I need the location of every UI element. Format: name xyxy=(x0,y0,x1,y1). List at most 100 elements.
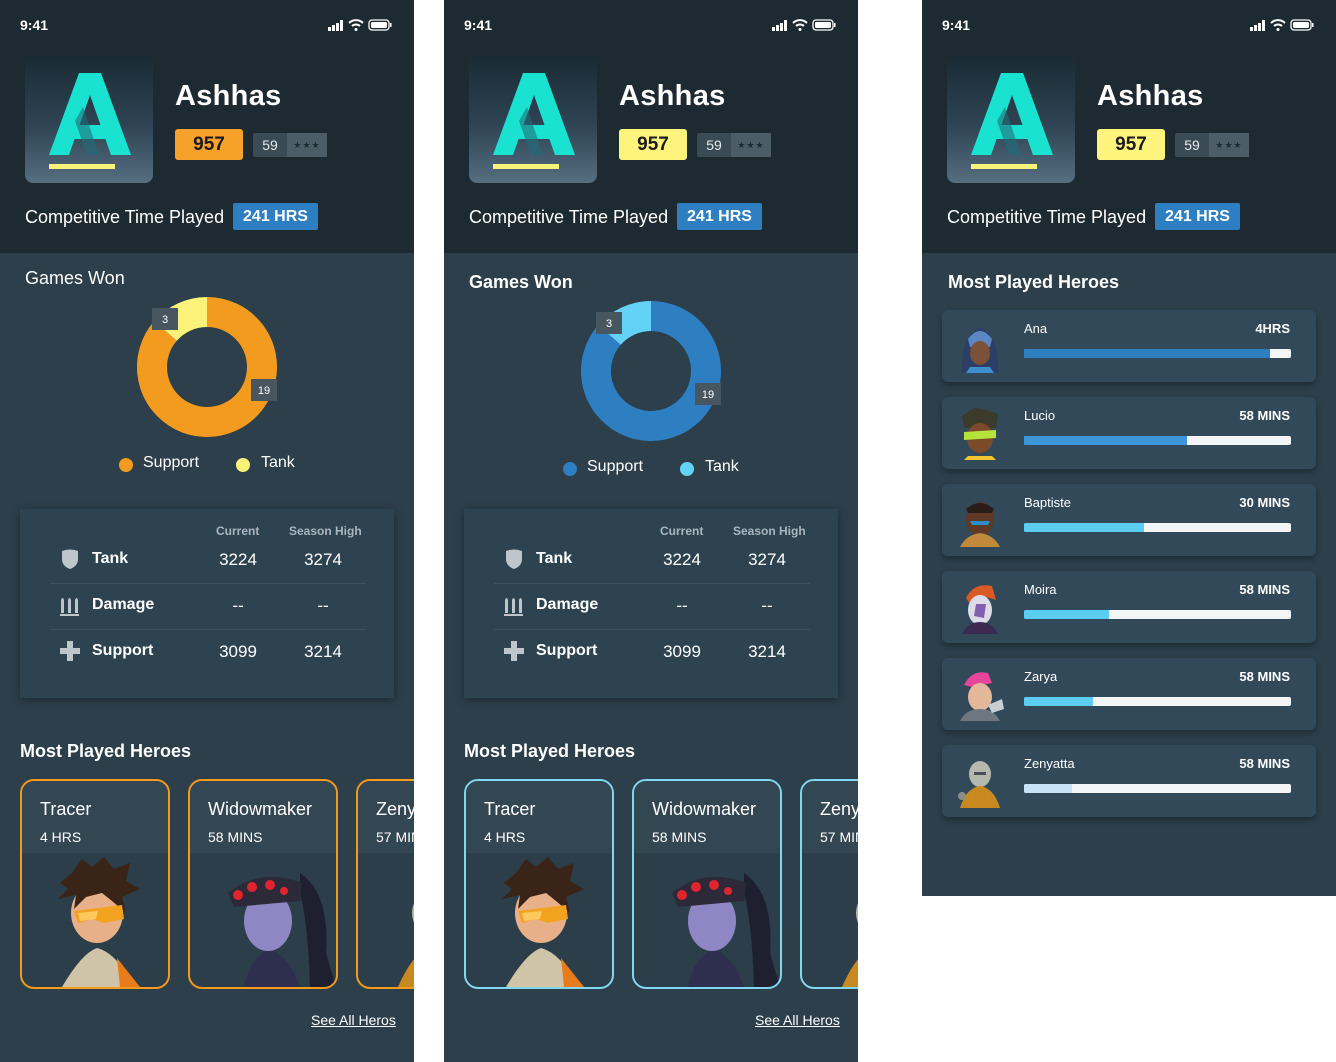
svg-text:19: 19 xyxy=(258,385,270,397)
playtime-progress-bar xyxy=(1024,610,1291,619)
profile-header: 9:41 Ashhas 957 59 ★★★ Competitive Time … xyxy=(922,0,1336,253)
hero-time: 58 MINS xyxy=(1239,756,1290,771)
role-name: Support xyxy=(92,642,154,659)
hero-name: Zenyatta xyxy=(1024,756,1075,771)
hero-card-tracer[interactable]: Tracer 4 HRS xyxy=(20,779,170,989)
role-name: Damage xyxy=(536,596,599,613)
moira-avatar-icon xyxy=(962,585,998,634)
role-name: Support xyxy=(536,642,598,659)
competitive-time-badge: 241 HRS xyxy=(1155,203,1240,230)
level-stars-icon: ★★★ xyxy=(1209,133,1249,157)
column-current: Current xyxy=(216,524,260,538)
hero-time: 4 HRS xyxy=(40,829,82,845)
widowmaker-portrait-icon xyxy=(672,873,780,987)
hero-card-zenyatta[interactable]: Zenyatta 57 MINS xyxy=(356,779,414,989)
profile-header: 9:41 Ashhas 957 59 ★★★ Competitive Time … xyxy=(0,0,414,253)
hero-name: Tracer xyxy=(40,799,92,819)
games-won-title: Games Won xyxy=(469,272,573,292)
level-number: 59 xyxy=(1184,137,1200,153)
column-season-high: Season High xyxy=(289,524,362,538)
signal-icon xyxy=(328,20,343,31)
rank-row-tank[interactable]: Tank 3224 3274 xyxy=(494,538,810,584)
hero-name: Baptiste xyxy=(1024,495,1071,510)
ana-avatar-icon xyxy=(961,327,999,373)
status-time: 9:41 xyxy=(20,17,49,33)
hero-card-tracer[interactable]: Tracer 4 HRS xyxy=(464,779,614,989)
hero-row-zarya[interactable]: Zarya 58 MINS xyxy=(942,658,1316,730)
level-number: 59 xyxy=(706,137,722,153)
hero-time: 58 MINS xyxy=(1239,582,1290,597)
games-won-donut-chart: 19 3 xyxy=(581,301,721,441)
rank-row-damage[interactable]: Damage -- -- xyxy=(50,584,366,630)
rank-row-support[interactable]: Support 3099 3214 xyxy=(494,630,810,676)
role-name: Tank xyxy=(92,550,129,567)
role-ranks-card: Current Season High Tank 3224 3274 Damag… xyxy=(20,509,394,698)
damage-bullets-icon xyxy=(60,598,79,616)
status-icons xyxy=(328,19,392,31)
level-number: 59 xyxy=(262,137,278,153)
progress-fill xyxy=(1024,523,1145,532)
signal-icon xyxy=(1250,20,1265,31)
level-badge: 59 ★★★ xyxy=(1175,133,1249,157)
column-season-high: Season High xyxy=(733,524,806,538)
progress-fill xyxy=(1024,349,1270,358)
hero-row-lucio[interactable]: Lucio 58 MINS xyxy=(942,397,1316,469)
playtime-progress-bar xyxy=(1024,784,1291,793)
hero-row-baptiste[interactable]: Baptiste 30 MINS xyxy=(942,484,1316,556)
current-rating: 3099 xyxy=(219,642,257,661)
hero-row-ana[interactable]: Ana 4HRS xyxy=(942,310,1316,382)
see-all-heroes-link[interactable]: See All Heros xyxy=(311,1012,396,1028)
status-icons xyxy=(1250,19,1314,31)
current-rating: -- xyxy=(676,596,688,615)
skill-rating-badge: 957 xyxy=(175,129,243,160)
player-avatar-logo xyxy=(947,55,1075,183)
rank-row-damage[interactable]: Damage -- -- xyxy=(494,584,810,630)
legend-support-dot xyxy=(563,462,577,476)
letter-a-logo-icon xyxy=(493,73,575,169)
legend-tank-dot xyxy=(236,458,250,472)
season-high-rating: 3274 xyxy=(748,550,786,569)
level-badge: 59 ★★★ xyxy=(697,133,771,157)
hero-time: 58 MINS xyxy=(1239,669,1290,684)
signal-icon xyxy=(772,20,787,31)
hero-time: 30 MINS xyxy=(1239,495,1290,510)
tank-shield-icon xyxy=(506,549,522,569)
rank-row-tank[interactable]: Tank 3224 3274 xyxy=(50,538,366,584)
role-ranks-card: Current Season High Tank 3224 3274 Damag… xyxy=(464,509,838,698)
level-badge: 59 ★★★ xyxy=(253,133,327,157)
hero-name: Ana xyxy=(1024,321,1048,336)
hero-card-widowmaker[interactable]: Widowmaker 58 MINS xyxy=(188,779,338,989)
profile-header: 9:41 Ashhas 957 59 ★★★ Competitive Time … xyxy=(444,0,858,253)
hero-row-moira[interactable]: Moira 58 MINS xyxy=(942,571,1316,643)
role-name: Tank xyxy=(536,550,573,567)
progress-fill xyxy=(1024,610,1110,619)
battery-icon xyxy=(368,19,392,31)
games-won-legend: Support Tank xyxy=(117,454,357,474)
donut-label-support: 19 xyxy=(251,379,277,401)
hero-time: 57 MINS xyxy=(376,829,414,845)
playtime-progress-bar xyxy=(1024,697,1291,706)
support-cross-icon xyxy=(504,641,524,661)
donut-label-support: 19 xyxy=(695,383,721,405)
zarya-avatar-icon xyxy=(960,672,1004,721)
zenyatta-avatar-icon xyxy=(958,761,1000,808)
season-high-rating: 3214 xyxy=(748,642,786,661)
legend-support-label: Support xyxy=(587,458,644,475)
skill-rating-badge: 957 xyxy=(1097,129,1165,160)
donut-label-tank: 3 xyxy=(152,308,178,330)
hero-row-zenyatta[interactable]: Zenyatta 58 MINS xyxy=(942,745,1316,817)
hero-card-widowmaker[interactable]: Widowmaker 58 MINS xyxy=(632,779,782,989)
hero-time: 58 MINS xyxy=(1239,408,1290,423)
games-won-title: Games Won xyxy=(25,268,125,288)
rank-row-support[interactable]: Support 3099 3214 xyxy=(50,630,366,676)
player-avatar-logo xyxy=(25,55,153,183)
hero-time: 58 MINS xyxy=(652,829,707,845)
battery-icon xyxy=(812,19,836,31)
hero-name: Lucio xyxy=(1024,408,1056,423)
svg-text:3: 3 xyxy=(162,314,168,326)
playtime-progress-bar xyxy=(1024,349,1291,358)
see-all-heroes-link[interactable]: See All Heros xyxy=(755,1012,840,1028)
current-rating: 3099 xyxy=(663,642,701,661)
hero-card-zenyatta[interactable]: Zenyatta 57 MINS xyxy=(800,779,858,989)
widowmaker-portrait-icon xyxy=(228,873,336,987)
